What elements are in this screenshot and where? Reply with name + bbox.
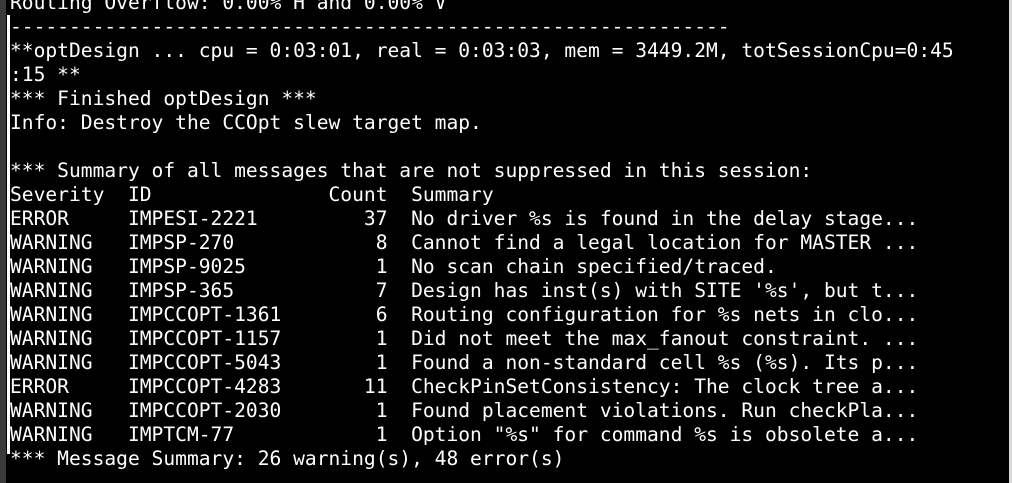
terminal-line-summary-title: *** Summary of all messages that are not…: [10, 159, 813, 182]
terminal-line-finished: *** Finished optDesign ***: [10, 87, 317, 110]
terminal-window[interactable]: Routing Overflow: 0.00% H and 0.00% V ---…: [0, 0, 1012, 483]
message-table-row: ERROR IMPCCOPT-4283 11 CheckPinSetConsis…: [10, 375, 919, 398]
message-table-row: WARNING IMPSP-9025 1 No scan chain speci…: [10, 255, 777, 278]
terminal-line-separator: ----------------------------------------…: [10, 15, 730, 38]
message-table-row: WARNING IMPSP-365 7 Design has inst(s) w…: [10, 279, 919, 302]
terminal-line-optdesign-stats-wrap: :15 **: [10, 63, 81, 86]
message-table-row: ERROR IMPESI-2221 37 No driver %s is fou…: [10, 207, 919, 230]
terminal-line-optdesign-stats: **optDesign ... cpu = 0:03:01, real = 0:…: [10, 39, 954, 62]
window-left-border: [0, 0, 6, 483]
message-table-row: WARNING IMPCCOPT-1157 1 Did not meet the…: [10, 327, 919, 350]
terminal-line-routing-overflow: Routing Overflow: 0.00% H and 0.00% V: [10, 0, 447, 14]
terminal-line-message-summary: *** Message Summary: 26 warning(s), 48 e…: [10, 447, 565, 470]
message-table-header: Severity ID Count Summary: [10, 183, 494, 206]
message-table-row: WARNING IMPTCM-77 1 Option "%s" for comm…: [10, 423, 919, 446]
message-table-row: WARNING IMPCCOPT-2030 1 Found placement …: [10, 399, 919, 422]
message-table-row: WARNING IMPCCOPT-1361 6 Routing configur…: [10, 303, 919, 326]
terminal-line-info: Info: Destroy the CCOpt slew target map.: [10, 111, 482, 134]
message-table-row: WARNING IMPSP-270 8 Cannot find a legal …: [10, 231, 919, 254]
terminal-output[interactable]: Routing Overflow: 0.00% H and 0.00% V ---…: [10, 0, 1008, 471]
message-table-row: WARNING IMPCCOPT-5043 1 Found a non-stan…: [10, 351, 919, 374]
